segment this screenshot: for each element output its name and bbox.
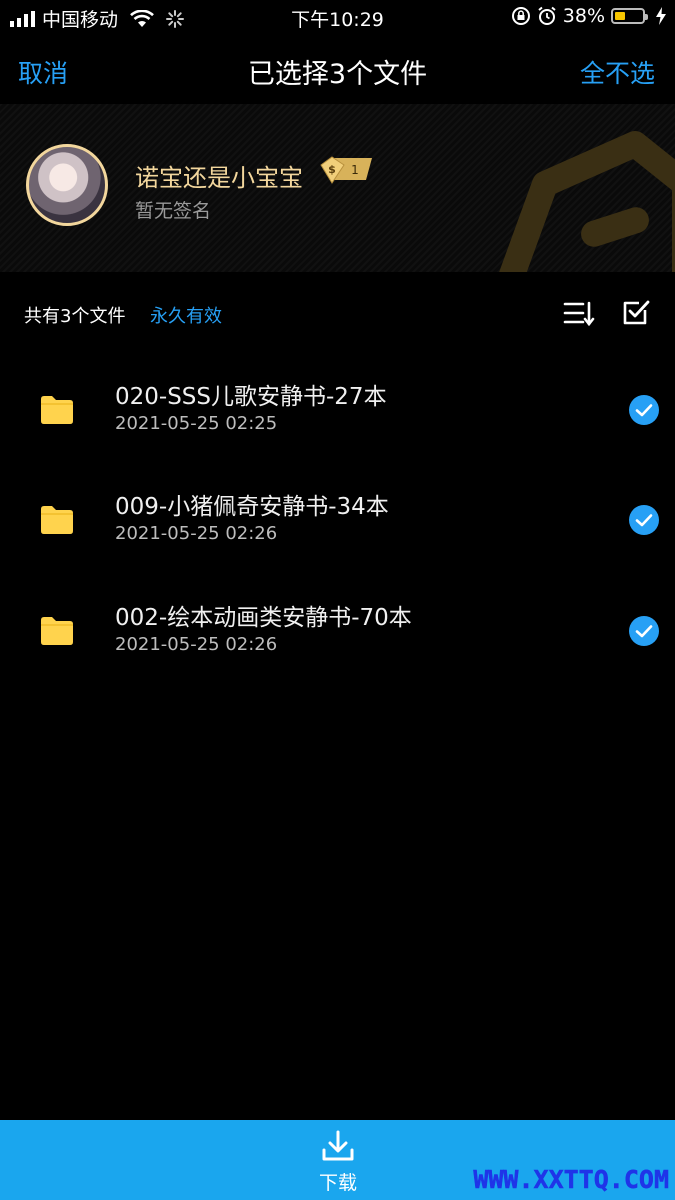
select-all-icon[interactable] [622, 299, 650, 327]
selection-header: 取消 已选择3个文件 全不选 [0, 34, 675, 104]
checked-circle-icon[interactable] [628, 394, 660, 426]
folder-icon [41, 396, 73, 424]
folder-icon [41, 617, 73, 645]
file-name: 002-绘本动画类安静书-70本 [115, 605, 412, 631]
file-date: 2021-05-25 02:26 [115, 523, 278, 544]
vip-badge: $ 1 [318, 156, 374, 188]
download-icon [322, 1130, 354, 1161]
svg-text:1: 1 [351, 163, 359, 177]
file-date: 2021-05-25 02:25 [115, 413, 278, 434]
svg-text:$: $ [328, 163, 336, 176]
signature: 暂无签名 [135, 200, 212, 222]
checked-circle-icon[interactable] [628, 504, 660, 536]
orientation-lock-icon [511, 7, 530, 25]
deselect-all-button[interactable]: 全不选 [580, 54, 655, 90]
signal-icon [10, 10, 35, 27]
profile-banner: 诺宝还是小宝宝 $ 1 暂无签名 [0, 104, 675, 272]
download-button[interactable]: 下载 [296, 1130, 380, 1194]
username: 诺宝还是小宝宝 [135, 164, 303, 192]
folder-icon [41, 506, 73, 534]
validity-label: 永久有效 [150, 306, 222, 327]
status-right: 38% [511, 5, 667, 27]
alarm-icon [538, 6, 556, 25]
battery-percent: 38% [562, 5, 605, 27]
banner-decoration-icon [499, 131, 675, 272]
file-count-label: 共有3个文件 [24, 306, 126, 327]
file-name: 020-SSS儿歌安静书-27本 [115, 384, 387, 410]
file-row[interactable]: 009-小猪佩奇安静书-34本 2021-05-25 02:26 [0, 465, 675, 575]
sort-icon[interactable] [563, 300, 595, 328]
watermark: WWW.XXTTQ.COM [473, 1165, 669, 1195]
vip-diamond-icon: $ 1 [320, 156, 372, 184]
checked-circle-icon[interactable] [628, 615, 660, 647]
download-label: 下载 [318, 1172, 357, 1194]
page-title: 已选择3个文件 [247, 59, 428, 90]
avatar[interactable] [26, 144, 108, 226]
activity-spinner-icon [166, 9, 185, 28]
status-left: 中国移动 [10, 5, 185, 32]
file-summary-row: 共有3个文件 永久有效 [0, 290, 675, 338]
file-date: 2021-05-25 02:26 [115, 634, 278, 655]
wifi-icon [130, 9, 154, 27]
file-name: 009-小猪佩奇安静书-34本 [115, 494, 389, 520]
file-row[interactable]: 002-绘本动画类安静书-70本 2021-05-25 02:26 [0, 576, 675, 686]
battery-fill [615, 12, 625, 20]
file-row[interactable]: 020-SSS儿歌安静书-27本 2021-05-25 02:25 [0, 355, 675, 465]
carrier-name: 中国移动 [42, 9, 119, 31]
battery-icon [611, 8, 648, 24]
charging-bolt-icon [656, 7, 666, 25]
bottom-action-bar: 下载 WWW.XXTTQ.COM [0, 1120, 675, 1200]
status-bar: 中国移动 下午10:29 38% [0, 0, 675, 34]
